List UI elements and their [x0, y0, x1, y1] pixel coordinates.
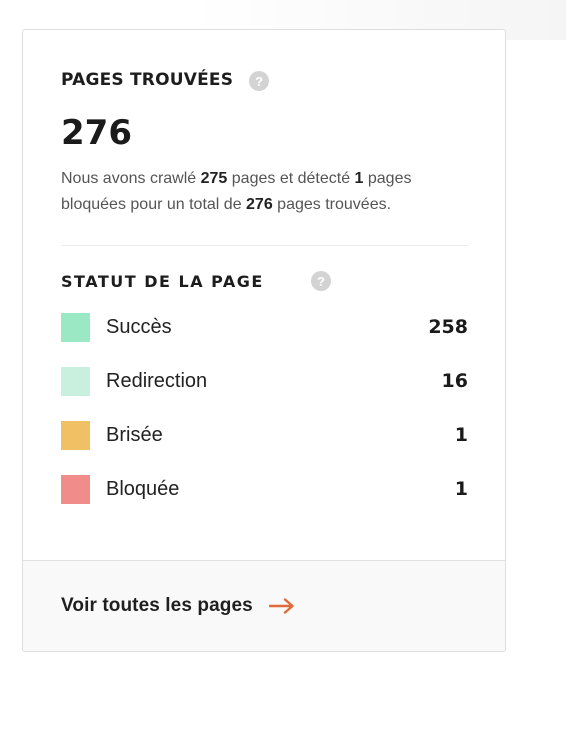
card-title: PAGES TROUVÉES — [61, 70, 234, 90]
help-icon[interactable]: ? — [249, 71, 270, 91]
pages-found-card: PAGES TROUVÉES ? 276 Nous avons crawlé 2… — [22, 29, 506, 652]
legend-label: Redirection — [106, 369, 208, 392]
total-count: 276 — [246, 196, 273, 213]
legend-item-redirection: Redirection 16 — [61, 366, 468, 396]
legend-value: 1 — [454, 478, 468, 500]
legend-item-broken: Brisée 1 — [61, 420, 468, 450]
arrow-right-icon — [268, 598, 294, 614]
view-all-pages-link[interactable]: Voir toutes les pages — [23, 560, 505, 651]
legend-label: Succès — [106, 315, 172, 338]
help-icon[interactable]: ? — [311, 271, 331, 291]
color-swatch — [61, 366, 90, 396]
legend-value: 16 — [441, 370, 468, 392]
legend-label: Bloquée — [106, 477, 180, 500]
color-swatch — [61, 312, 90, 342]
desc-text-2: pages et détecté — [227, 170, 355, 187]
divider — [61, 245, 468, 246]
desc-text-4: pages trouvées. — [272, 196, 392, 213]
status-heading-row: STATUT DE LA PAGE ? — [61, 270, 467, 292]
crawled-count: 275 — [200, 170, 228, 187]
total-pages-count: 276 — [61, 113, 132, 153]
legend-item-success: Succès 258 — [61, 312, 468, 342]
view-all-pages-label: Voir toutes les pages — [61, 595, 253, 616]
card-body: PAGES TROUVÉES ? 276 Nous avons crawlé 2… — [23, 30, 505, 561]
color-swatch — [61, 474, 90, 504]
color-swatch — [61, 420, 90, 450]
crawl-description: Nous avons crawlé 275 pages et détecté 1… — [61, 166, 433, 218]
legend-label: Brisée — [106, 423, 163, 446]
status-legend: Succès 258 Redirection 16 Brisée 1 Bloqu… — [61, 312, 468, 504]
legend-item-blocked: Bloquée 1 — [61, 474, 468, 504]
desc-text-1: Nous avons crawlé — [61, 170, 201, 187]
title-row: PAGES TROUVÉES ? — [61, 68, 467, 92]
status-title: STATUT DE LA PAGE — [61, 271, 264, 291]
legend-value: 1 — [454, 424, 468, 446]
legend-value: 258 — [428, 316, 468, 338]
